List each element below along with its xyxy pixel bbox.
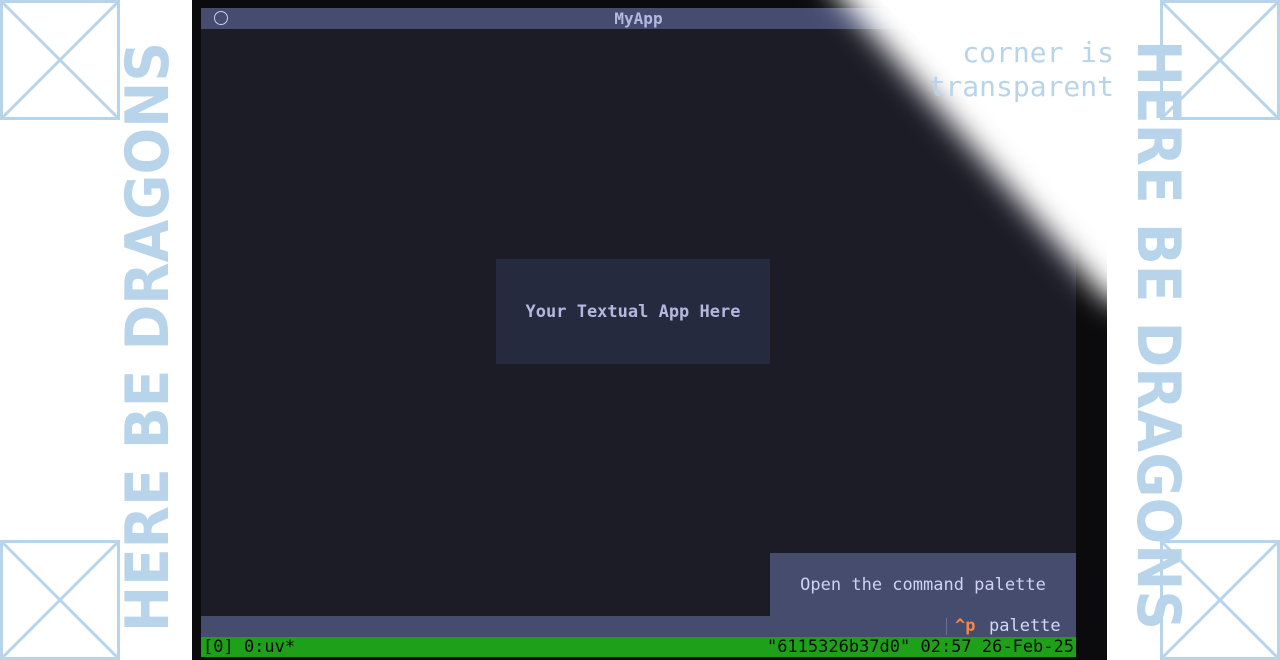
app-footer: ^p palette <box>201 616 1076 637</box>
app-header: MyApp <box>201 8 1076 29</box>
crossed-box-icon <box>0 540 120 660</box>
dragons-banner-left: HERE BE DRAGONS <box>118 40 178 632</box>
tmux-status-bar: [0] 0:uv* "6115326b37d0" 02:57 26-Feb-25 <box>201 637 1076 657</box>
dragons-banner-right: HERE BE DRAGONS <box>1128 40 1188 632</box>
app-title: MyApp <box>614 9 663 28</box>
crossed-box-icon <box>0 0 120 120</box>
corner-note: corner is transparent <box>929 36 1114 104</box>
tmux-window-list[interactable]: [0] 0:uv* <box>203 637 295 657</box>
tooltip-text: Open the command palette <box>800 574 1046 595</box>
command-palette-tooltip: Open the command palette <box>770 553 1076 616</box>
placeholder-text: Your Textual App Here <box>525 301 741 322</box>
dragons-text: HERE BE DRAGONS <box>118 42 178 632</box>
tmux-status-right: "6115326b37d0" 02:57 26-Feb-25 <box>766 637 1074 657</box>
placeholder-panel: Your Textual App Here <box>496 259 770 364</box>
dragons-text: HERE BE DRAGONS <box>1128 40 1188 630</box>
palette-shortcut-key[interactable]: ^p <box>955 616 975 636</box>
palette-shortcut-label[interactable]: palette <box>989 616 1061 636</box>
footer-divider <box>946 618 947 635</box>
corner-note-line2: transparent <box>928 70 1114 103</box>
corner-note-line1: corner is <box>962 36 1114 69</box>
